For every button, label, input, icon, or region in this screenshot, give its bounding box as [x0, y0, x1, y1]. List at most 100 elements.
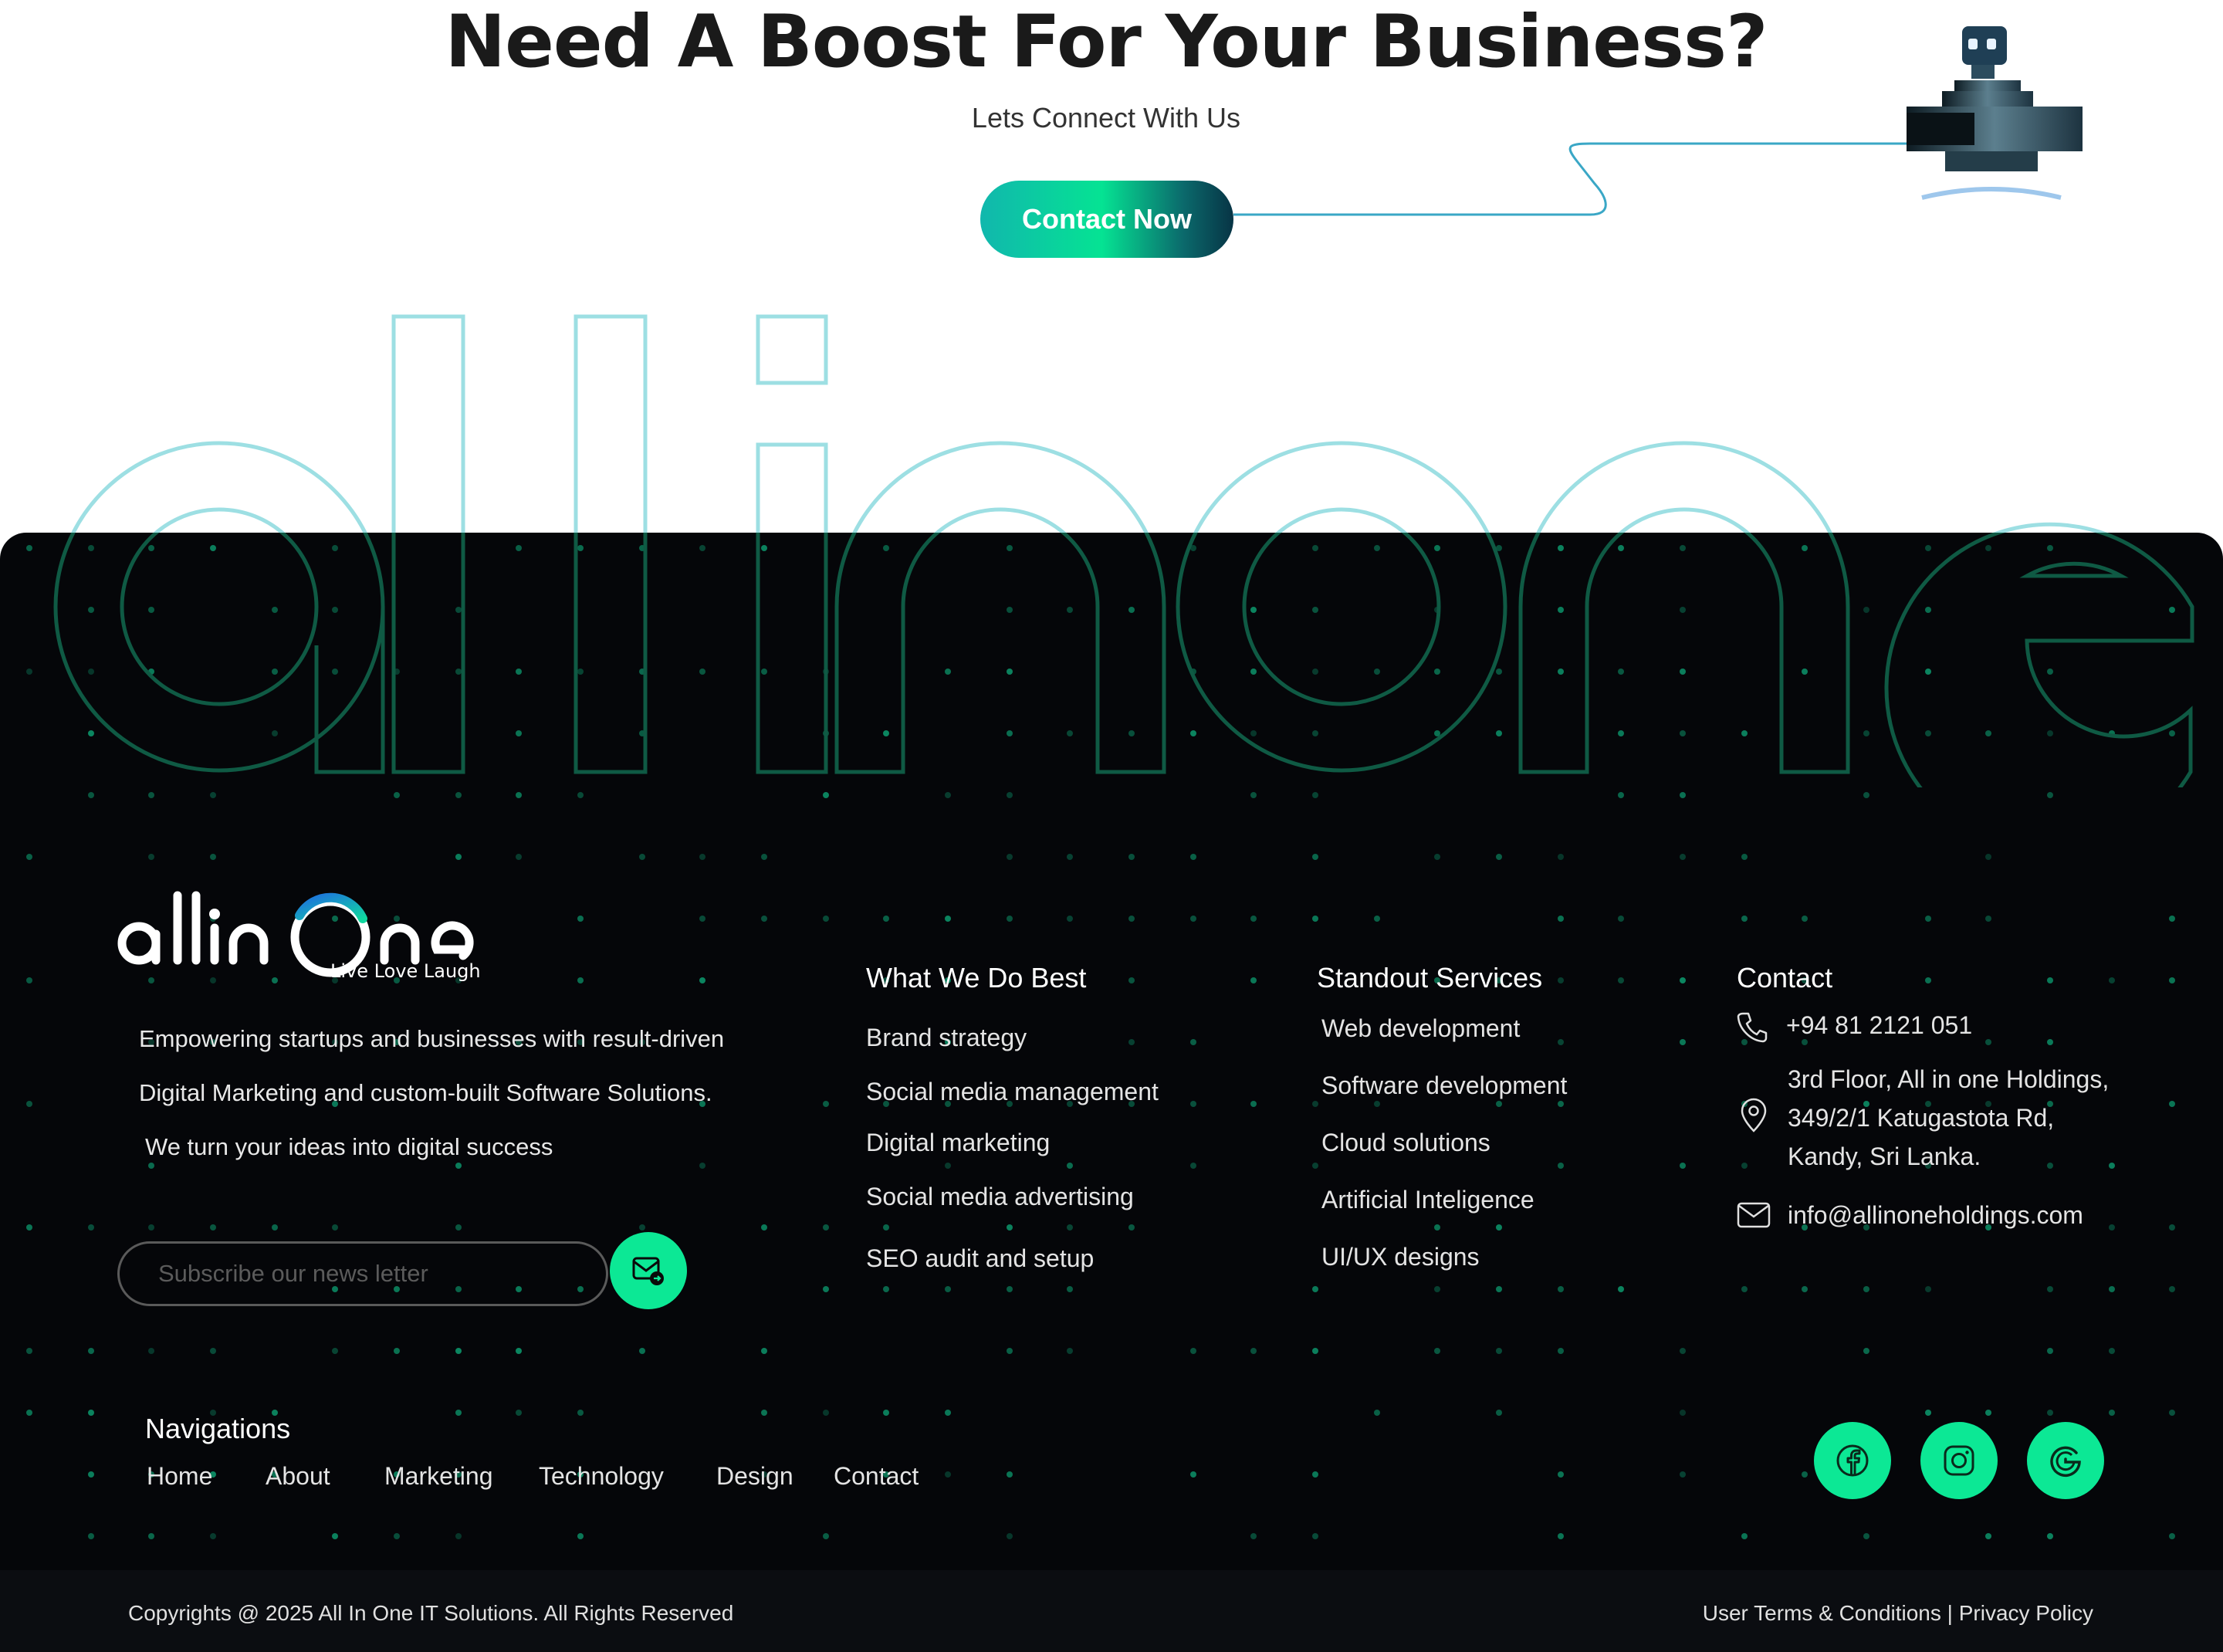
background-dot: [88, 1533, 94, 1539]
background-dot: [945, 1286, 951, 1292]
subscribe-button[interactable]: [610, 1232, 687, 1309]
facebook-button[interactable]: [1814, 1422, 1891, 1499]
background-dot: [1250, 1533, 1257, 1539]
background-dot: [2169, 1101, 2175, 1107]
robot-illustration: [1907, 26, 2083, 200]
service-link-artificial-intelligence[interactable]: Artificial Inteligence: [1321, 1186, 1534, 1214]
background-dot: [1802, 1471, 1808, 1478]
background-dot: [1680, 854, 1686, 860]
background-dot: [1741, 1163, 1748, 1169]
background-dot: [1190, 1101, 1196, 1107]
contact-email[interactable]: info@allinoneholdings.com: [1788, 1201, 2083, 1230]
instagram-icon: [1944, 1445, 1974, 1476]
background-dot: [1190, 1163, 1196, 1169]
background-dot: [1007, 1533, 1013, 1539]
background-dot: [1802, 916, 1808, 922]
nav-link-about[interactable]: About: [266, 1462, 330, 1491]
service-link-cloud-solutions[interactable]: Cloud solutions: [1321, 1129, 1490, 1157]
phone-icon: [1737, 1012, 1768, 1043]
what-we-do-link-social-media-management[interactable]: Social media management: [866, 1078, 1159, 1106]
background-dot: [823, 1533, 829, 1539]
background-dot: [1434, 1348, 1440, 1354]
background-dot: [148, 1533, 154, 1539]
what-we-do-link-seo-audit[interactable]: SEO audit and setup: [866, 1244, 1094, 1273]
background-dot: [2169, 1224, 2175, 1231]
background-dot: [1925, 1410, 1931, 1416]
background-dot: [883, 1286, 889, 1292]
background-dot: [823, 1101, 829, 1107]
nav-link-marketing[interactable]: Marketing: [384, 1462, 493, 1491]
background-dot: [945, 1471, 951, 1478]
service-link-software-development[interactable]: Software development: [1321, 1071, 1567, 1100]
background-dot: [761, 1224, 767, 1231]
terms-link[interactable]: User Terms & Conditions: [1703, 1601, 1941, 1625]
background-dot: [1985, 916, 1991, 922]
background-dot: [1007, 916, 1013, 922]
background-dot: [1312, 1533, 1318, 1539]
background-dot: [1190, 854, 1196, 860]
background-dot: [88, 1224, 94, 1231]
background-dot: [1312, 916, 1318, 922]
privacy-policy-link[interactable]: Privacy Policy: [1959, 1601, 2093, 1625]
nav-link-home[interactable]: Home: [147, 1462, 212, 1491]
background-dot: [1496, 1410, 1502, 1416]
contact-now-button[interactable]: Contact Now: [980, 181, 1233, 258]
background-dot: [455, 854, 462, 860]
background-dot: [1558, 1163, 1564, 1169]
background-dot: [945, 916, 951, 922]
background-dot: [1558, 1533, 1564, 1539]
background-dot: [761, 854, 767, 860]
newsletter-subscribe-input[interactable]: [117, 1241, 608, 1306]
service-link-web-development[interactable]: Web development: [1321, 1014, 1520, 1043]
background-dot: [1250, 1348, 1257, 1354]
background-dot: [823, 792, 829, 798]
background-dot: [1250, 916, 1257, 922]
background-dot: [26, 1101, 32, 1107]
background-dot: [2109, 1163, 2115, 1169]
what-we-do-link-social-media-advertising[interactable]: Social media advertising: [866, 1183, 1134, 1211]
background-dot: [1558, 1039, 1564, 1045]
background-dot: [1863, 1286, 1869, 1292]
what-we-do-link-brand-strategy[interactable]: Brand strategy: [866, 1024, 1027, 1052]
background-dot: [88, 792, 94, 798]
background-dot: [2047, 1286, 2053, 1292]
background-dot: [332, 1348, 338, 1354]
google-button[interactable]: [2027, 1422, 2104, 1499]
background-dot: [1925, 916, 1931, 922]
what-we-do-link-digital-marketing[interactable]: Digital marketing: [866, 1129, 1050, 1157]
background-dot: [699, 977, 705, 983]
background-dot: [2169, 1410, 2175, 1416]
contact-phone[interactable]: +94 81 2121 051: [1786, 1011, 1972, 1040]
background-dot: [1007, 1224, 1013, 1231]
background-dot: [1496, 854, 1502, 860]
background-dot: [577, 977, 584, 983]
about-text-line: We turn your ideas into digital success: [145, 1133, 553, 1160]
background-dot: [639, 1224, 645, 1231]
background-dot: [1802, 1039, 1808, 1045]
background-dot: [1741, 1533, 1748, 1539]
background-dot: [1863, 792, 1869, 798]
background-dot: [1558, 1101, 1564, 1107]
service-link-ui-ux-designs[interactable]: UI/UX designs: [1321, 1243, 1480, 1271]
nav-link-contact[interactable]: Contact: [834, 1462, 919, 1491]
background-dot: [1190, 916, 1196, 922]
background-dot: [1558, 1286, 1564, 1292]
instagram-button[interactable]: [1920, 1422, 1998, 1499]
background-dot: [1312, 1348, 1318, 1354]
nav-link-design[interactable]: Design: [716, 1462, 793, 1491]
background-dot: [1067, 854, 1073, 860]
background-dot: [761, 1410, 767, 1416]
background-dot: [577, 1410, 584, 1416]
legal-separator: |: [1947, 1601, 1953, 1625]
background-dot: [1558, 1348, 1564, 1354]
background-dot: [1558, 1471, 1564, 1478]
background-dot: [883, 1410, 889, 1416]
background-dot: [1190, 1471, 1196, 1478]
background-dot: [2047, 1163, 2053, 1169]
nav-link-technology[interactable]: Technology: [539, 1462, 664, 1491]
background-dot: [210, 792, 216, 798]
background-dot: [945, 1410, 951, 1416]
background-dot: [1128, 1039, 1135, 1045]
background-dot: [1618, 916, 1624, 922]
background-dot: [1128, 977, 1135, 983]
